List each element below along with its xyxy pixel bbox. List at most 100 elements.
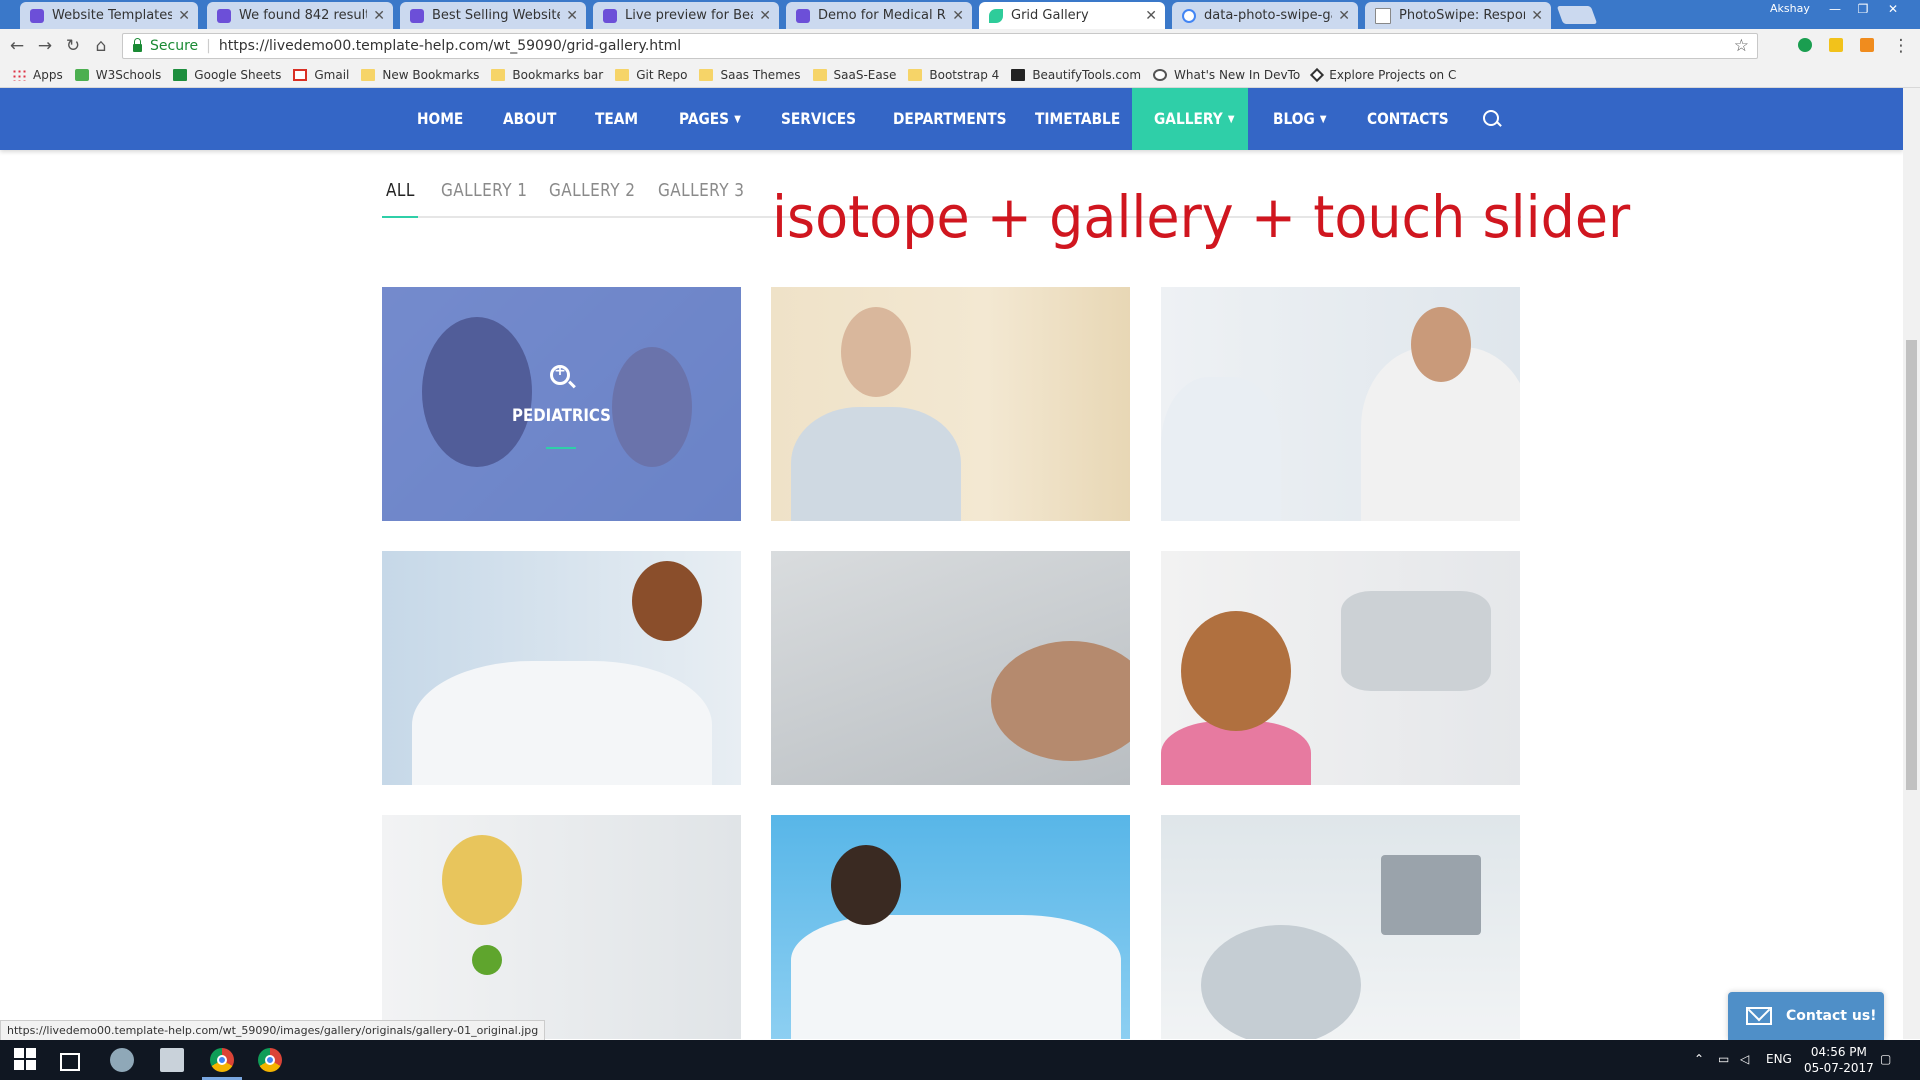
forward-icon[interactable]: → (34, 35, 56, 57)
w3schools-icon (74, 69, 89, 81)
browser-tab[interactable]: We found 842 result(s) ✕ (207, 2, 393, 29)
template-monster-icon (410, 8, 424, 23)
bookmark-item[interactable]: Explore Projects on C (1310, 67, 1456, 83)
close-icon[interactable]: ✕ (1531, 8, 1543, 24)
bookmark-item[interactable]: Gmail (293, 68, 349, 82)
browser-tab[interactable]: Demo for Medical Respo ✕ (786, 2, 972, 29)
filter-gallery-2[interactable]: GALLERY 2 (549, 180, 635, 201)
contact-us-button[interactable]: Contact us! (1728, 992, 1884, 1040)
nav-blog[interactable]: BLOG ▼ (1273, 88, 1327, 150)
hover-overlay (382, 287, 741, 521)
template-monster-icon (796, 8, 810, 23)
scrollbar-thumb[interactable] (1906, 340, 1917, 790)
search-icon[interactable] (1483, 110, 1499, 126)
reload-icon[interactable]: ↻ (62, 35, 84, 57)
clock[interactable]: 04:56 PM 05-07-2017 (1804, 1044, 1874, 1076)
app-icon[interactable] (110, 1048, 134, 1072)
gallery-item[interactable]: PEDIATRICS (382, 287, 741, 521)
bookmark-folder[interactable]: New Bookmarks (361, 68, 479, 82)
address-bar[interactable]: Secure | https://livedemo00.template-hel… (122, 33, 1758, 59)
gallery-item[interactable] (1161, 287, 1520, 521)
close-window-icon[interactable]: ✕ (1880, 0, 1906, 18)
new-tab-button[interactable] (1556, 6, 1598, 24)
back-icon[interactable]: ← (6, 35, 28, 57)
gallery-item[interactable] (771, 287, 1130, 521)
network-icon[interactable]: ▭ (1718, 1052, 1729, 1066)
nav-contacts[interactable]: CONTACTS (1367, 88, 1449, 150)
home-icon[interactable]: ⌂ (90, 35, 112, 57)
minimize-icon[interactable]: — (1822, 0, 1848, 18)
nav-gallery[interactable]: GALLERY ▼ (1154, 88, 1234, 150)
close-icon[interactable]: ✕ (566, 8, 578, 24)
browser-tab-active[interactable]: Grid Gallery ✕ (979, 2, 1165, 29)
chrome-icon[interactable] (210, 1048, 234, 1072)
gallery-item[interactable] (382, 815, 741, 1039)
bookmark-item[interactable]: What's New In DevTo (1153, 68, 1300, 82)
bookmark-folder[interactable]: Bookmarks bar (491, 68, 603, 82)
gallery-item[interactable] (1161, 551, 1520, 785)
zoom-icon[interactable] (550, 363, 570, 385)
bookmark-folder[interactable]: Saas Themes (699, 68, 801, 82)
status-bar-url: https://livedemo00.template-help.com/wt_… (0, 1020, 546, 1041)
close-icon[interactable]: ✕ (1145, 8, 1157, 24)
url-text[interactable]: https://livedemo00.template-help.com/wt_… (219, 38, 681, 54)
bookmark-folder[interactable]: SaaS-Ease (812, 68, 897, 82)
extension-icon[interactable] (1829, 38, 1843, 52)
chrome-icon[interactable] (258, 1048, 282, 1072)
tray-chevron-icon[interactable]: ⌃ (1694, 1052, 1704, 1066)
extension-icon[interactable] (1860, 38, 1874, 52)
gallery-item[interactable] (771, 815, 1130, 1039)
bookmark-label: SaaS-Ease (833, 68, 897, 82)
photo-shape (841, 307, 911, 397)
language-indicator[interactable]: ENG (1766, 1052, 1792, 1066)
app-icon[interactable] (160, 1048, 184, 1072)
menu-icon[interactable]: ⋮ (1890, 35, 1912, 57)
title-underline (546, 447, 576, 449)
google-icon (1182, 8, 1196, 23)
nav-team[interactable]: TEAM (595, 88, 638, 150)
bookmark-star-icon[interactable]: ☆ (1734, 36, 1749, 56)
notifications-icon[interactable]: ▢ (1880, 1052, 1891, 1066)
gallery-item[interactable] (382, 551, 741, 785)
bookmark-folder[interactable]: Git Repo (615, 68, 687, 82)
browser-tab[interactable]: Website Templates | Web ✕ (20, 2, 198, 29)
close-icon[interactable]: ✕ (952, 8, 964, 24)
filter-all[interactable]: ALL (386, 180, 415, 201)
restore-icon[interactable]: ❐ (1850, 0, 1876, 18)
nav-pages[interactable]: PAGES ▼ (679, 88, 741, 150)
windows-start-icon[interactable] (14, 1048, 38, 1072)
close-icon[interactable]: ✕ (373, 8, 385, 24)
profile-name[interactable]: Akshay (1770, 2, 1810, 15)
bookmark-label: Bookmarks bar (512, 68, 604, 82)
template-monster-icon (30, 8, 44, 23)
browser-tab[interactable]: Live preview for Beauty F ✕ (593, 2, 779, 29)
gallery-item[interactable] (771, 551, 1130, 785)
browser-tab[interactable]: data-photo-swipe-galle ✕ (1172, 2, 1358, 29)
photo-shape (412, 661, 712, 785)
close-icon[interactable]: ✕ (178, 8, 190, 24)
browser-tab[interactable]: Best Selling Website Ten ✕ (400, 2, 586, 29)
bookmark-item[interactable]: BeautifyTools.com (1011, 68, 1141, 82)
nav-timetable[interactable]: TIMETABLE (1035, 88, 1120, 150)
filter-gallery-3[interactable]: GALLERY 3 (658, 180, 744, 201)
nav-services[interactable]: SERVICES (781, 88, 856, 150)
photo-shape (1341, 591, 1491, 691)
close-icon[interactable]: ✕ (759, 8, 771, 24)
nav-home[interactable]: HOME (417, 88, 463, 150)
filter-gallery-1[interactable]: GALLERY 1 (441, 180, 527, 201)
bookmark-label: Git Repo (636, 68, 688, 82)
bookmark-item[interactable]: Apps (12, 68, 63, 82)
tab-title: Live preview for Beauty F (625, 8, 753, 23)
photo-shape (472, 945, 502, 975)
close-icon[interactable]: ✕ (1338, 8, 1350, 24)
nav-about[interactable]: ABOUT (503, 88, 556, 150)
gallery-item[interactable] (1161, 815, 1520, 1039)
bookmark-folder[interactable]: Bootstrap 4 (908, 68, 999, 82)
extension-icon[interactable] (1798, 38, 1812, 52)
browser-tab[interactable]: PhotoSwipe: Responsive ✕ (1365, 2, 1551, 29)
volume-icon[interactable]: ◁ (1740, 1052, 1749, 1066)
bookmark-item[interactable]: Google Sheets (173, 68, 281, 82)
task-view-icon[interactable] (60, 1053, 80, 1071)
bookmark-item[interactable]: W3Schools (74, 68, 161, 82)
nav-departments[interactable]: DEPARTMENTS (893, 88, 1007, 150)
